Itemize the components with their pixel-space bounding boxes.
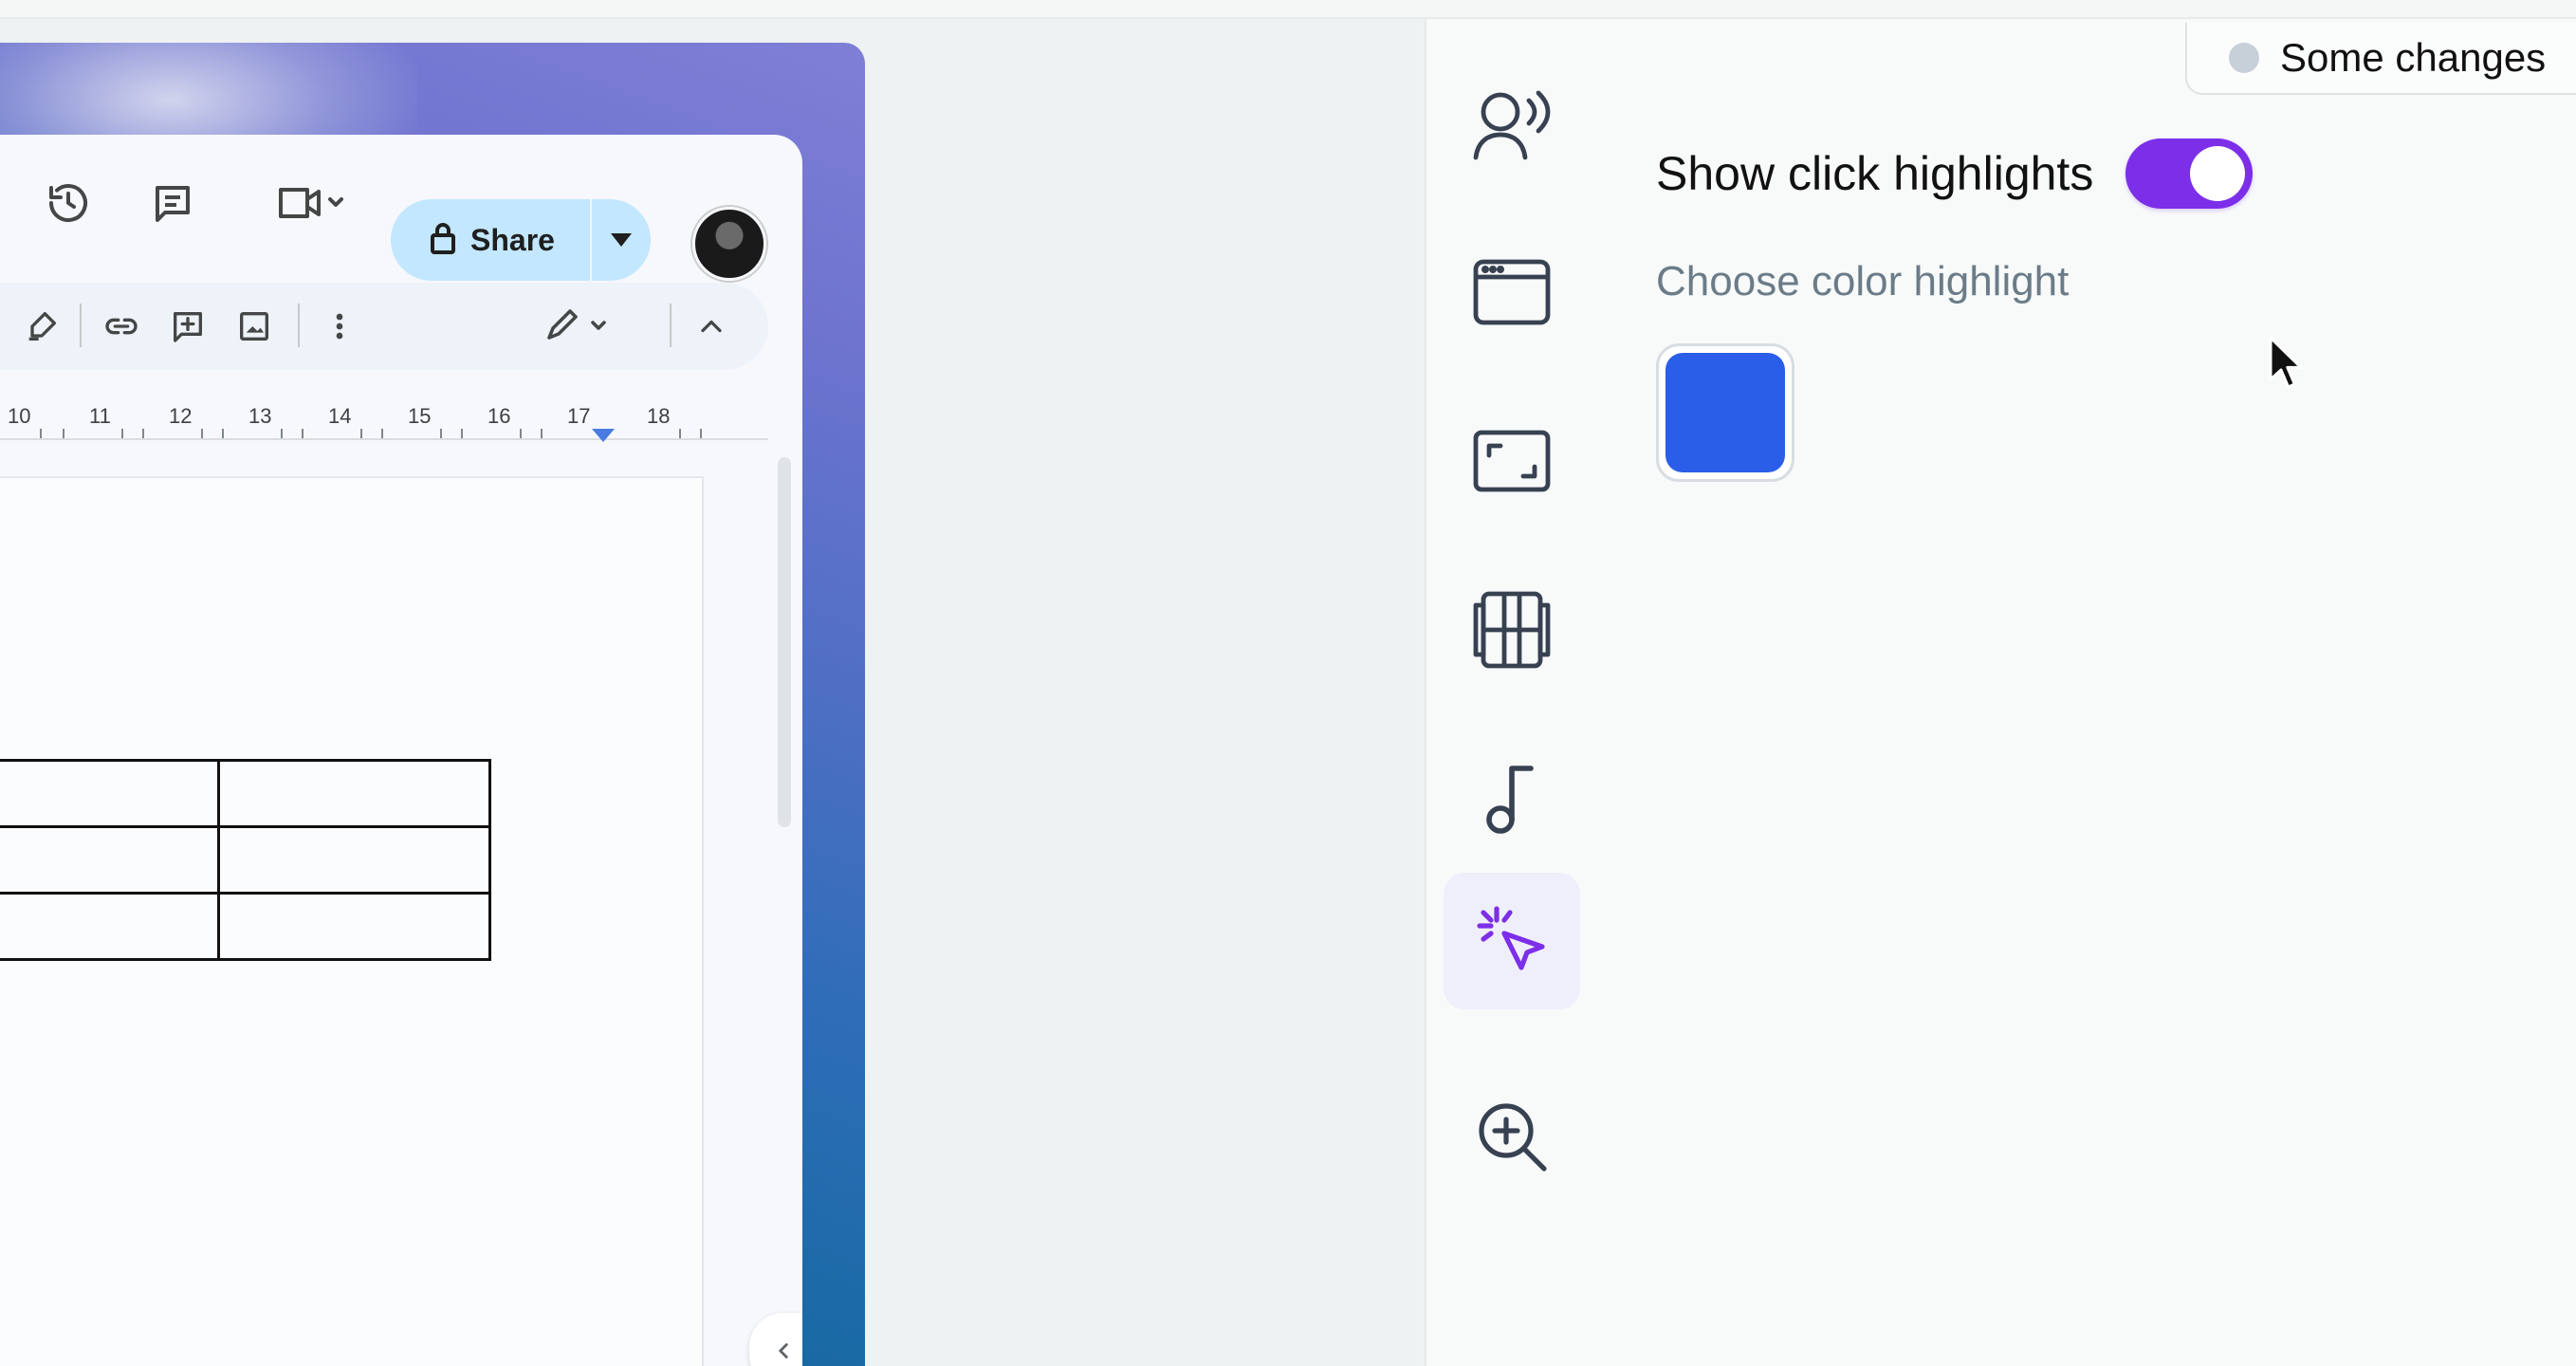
more-vertical-icon[interactable]: [315, 302, 364, 351]
chevron-left-icon: [779, 1343, 788, 1358]
music-note-icon: [1486, 766, 1534, 834]
ruler-label: 18: [647, 404, 671, 428]
share-options-button[interactable]: [592, 199, 651, 281]
click-highlights-settings-panel: Some changes Show click highlights Choos…: [1597, 19, 2576, 1366]
ruler-tick: [360, 429, 362, 438]
ruler-tick: [302, 429, 304, 438]
toggle-knob: [2190, 146, 2246, 201]
ruler-tick: [440, 429, 442, 438]
table-cell[interactable]: [217, 825, 491, 895]
ruler-tick: [121, 429, 123, 438]
share-divider: [590, 199, 592, 281]
voice-narration-icon: [1473, 90, 1551, 160]
ruler: 10 11 12 13 14 15 16 17 18: [0, 400, 768, 444]
table-row: [0, 759, 491, 828]
click-cursor-icon: [1477, 906, 1545, 970]
ruler-tick: [142, 429, 144, 438]
click-highlights-row: Show click highlights: [1656, 138, 2254, 209]
share-label: Share: [470, 222, 555, 257]
status-dot: [2229, 43, 2259, 73]
ruler-label: 13: [248, 404, 272, 428]
lock-icon: [429, 222, 457, 259]
ruler-tick: [461, 429, 463, 438]
selected-color-swatch: [1665, 353, 1785, 472]
ruler-label: 17: [567, 404, 591, 428]
editor-side-rail: [1425, 19, 1599, 1366]
ruler-tick: [520, 429, 522, 438]
frame-crop-icon: [1473, 430, 1551, 492]
toggle-label: Show click highlights: [1656, 147, 2094, 200]
docs-format-toolbar: [0, 283, 768, 370]
toolbar-divider: [80, 304, 82, 347]
ruler-tick: [700, 429, 702, 438]
rail-item-media[interactable]: [1444, 562, 1580, 698]
link-icon[interactable]: [97, 302, 146, 351]
ruler-tick: [679, 429, 681, 438]
edit-pencil-icon[interactable]: [537, 302, 622, 351]
ruler-label: 10: [8, 404, 31, 428]
ruler-label: 11: [89, 404, 111, 428]
rail-item-zoom[interactable]: [1444, 1068, 1580, 1205]
table-cell[interactable]: [0, 892, 220, 961]
ruler-label: 12: [169, 404, 193, 428]
toolbar-divider: [298, 304, 300, 347]
meet-camera-icon[interactable]: [266, 173, 360, 233]
table-row: [0, 825, 491, 895]
rail-item-frame[interactable]: [1444, 393, 1580, 529]
rail-item-click-highlights[interactable]: [1444, 873, 1580, 1009]
ruler-tick: [541, 429, 543, 438]
share-button-group: Share: [391, 199, 651, 281]
document-page[interactable]: [0, 476, 704, 1366]
comments-icon[interactable]: [142, 173, 203, 233]
film-media-icon: [1473, 591, 1551, 669]
collapse-panel-button[interactable]: [749, 1313, 802, 1366]
chevron-down-icon: [611, 233, 632, 247]
zoom-in-icon: [1479, 1103, 1547, 1172]
rail-item-voice[interactable]: [1444, 55, 1580, 192]
ruler-tick: [40, 429, 42, 438]
ruler-tick: [222, 429, 224, 438]
save-status-chip[interactable]: Some changes: [2185, 23, 2576, 95]
table-row: [0, 892, 491, 961]
highlighter-icon[interactable]: [17, 302, 66, 351]
avatar[interactable]: [692, 207, 766, 281]
ruler-tick: [63, 429, 64, 438]
rail-item-background[interactable]: [1444, 224, 1580, 360]
status-text: Some changes: [2280, 35, 2547, 80]
table-cell[interactable]: [217, 892, 491, 961]
version-history-icon[interactable]: [38, 173, 99, 233]
color-swatch-button[interactable]: [1656, 343, 1794, 482]
ruler-tick: [201, 429, 203, 438]
document-table[interactable]: [0, 759, 491, 961]
chevron-up-icon[interactable]: [687, 302, 736, 351]
insert-image-icon[interactable]: [230, 302, 279, 351]
mouse-pointer-icon: [2267, 336, 2305, 396]
ruler-tick: [281, 429, 283, 438]
table-cell[interactable]: [0, 825, 220, 895]
share-button[interactable]: Share: [391, 199, 590, 281]
table-cell[interactable]: [0, 759, 220, 828]
top-border: [0, 0, 2576, 19]
ruler-indent-marker[interactable]: [592, 429, 615, 442]
toolbar-divider: [670, 304, 672, 347]
scrollbar[interactable]: [778, 457, 791, 827]
recording-preview: Share 10 11 12 13 14 15 16 17 18: [0, 43, 865, 1366]
add-comment-icon[interactable]: [163, 302, 212, 351]
color-highlight-heading: Choose color highlight: [1656, 258, 2070, 305]
rail-item-music[interactable]: [1444, 730, 1580, 867]
table-cell[interactable]: [217, 759, 491, 828]
ruler-tick: [381, 429, 383, 438]
google-docs-window: Share 10 11 12 13 14 15 16 17 18: [0, 135, 802, 1366]
ruler-baseline: [0, 438, 768, 440]
ruler-label: 14: [328, 404, 352, 428]
ruler-label: 15: [408, 404, 432, 428]
click-highlights-toggle[interactable]: [2125, 138, 2254, 209]
ruler-label: 16: [488, 404, 511, 428]
browser-window-icon: [1473, 259, 1551, 325]
